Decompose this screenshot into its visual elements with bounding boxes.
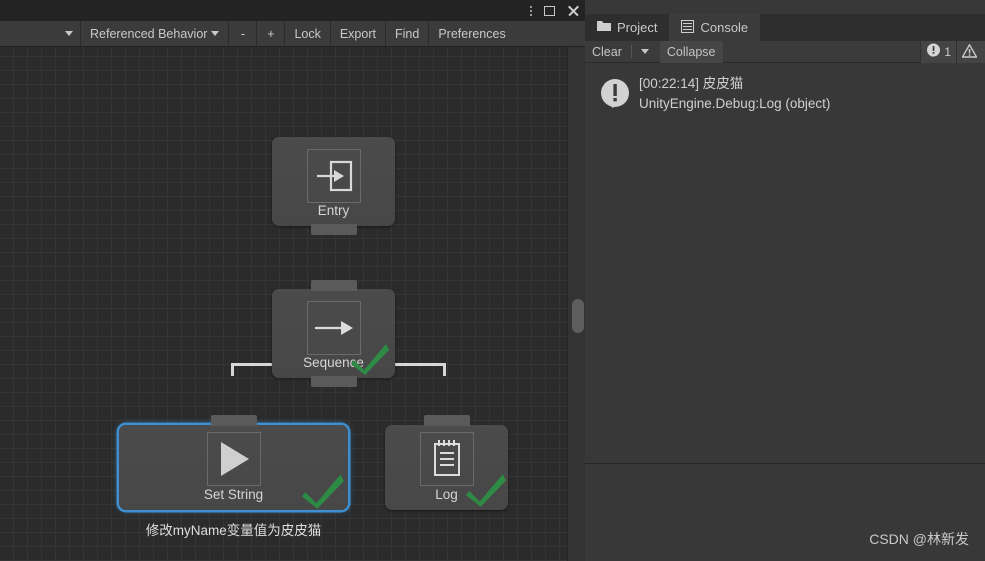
app-root: Referenced Behavior - + Lock Export Find… [0,0,985,561]
node-output-tab [310,376,357,387]
node-entry-label: Entry [317,203,350,218]
chevron-down-icon [65,31,73,36]
log-badge-icon [926,43,941,61]
warning-triangle-icon [961,42,978,61]
export-button[interactable]: Export [331,21,385,46]
tab-project[interactable]: Project [585,14,669,41]
node-set-string-check-icon [302,472,344,509]
behavior-dropdown[interactable] [0,21,80,46]
enter-arrow-icon [306,149,361,203]
node-entry[interactable]: Entry [272,137,395,235]
watermark-text: CSDN @林新发 [869,531,969,547]
node-log[interactable]: Log [385,415,508,510]
lock-button[interactable]: Lock [285,21,329,46]
node-log-check-icon [466,472,506,507]
graph-scroll-thumb[interactable] [572,299,584,333]
node-set-string-caption: 修改myName变量值为皮皮猫 [145,523,322,538]
tab-project-label: Project [617,20,658,35]
console-counters: 1 [920,41,985,63]
console-pane: Project Console Clear Collapse 1 [00:22:… [585,0,985,561]
tab-console-label: Console [700,20,749,35]
maximize-icon[interactable] [544,5,555,16]
warning-count-button[interactable] [956,41,985,63]
console-log-line-1: [00:22:14] 皮皮猫 [639,76,744,91]
zoom-in-button[interactable]: + [257,21,284,46]
connector-to-set-string [231,363,234,376]
node-input-tab [310,280,357,291]
play-triangle-icon [206,432,261,486]
node-sequence[interactable]: Sequence [272,280,395,387]
kebab-menu-icon[interactable] [530,5,532,16]
console-tabstrip: Project Console [585,14,985,41]
find-button[interactable]: Find [386,21,428,46]
folder-icon [597,20,611,35]
window-titlebar [0,0,585,21]
referenced-behaviors-label: Referenced Behavior [90,26,208,41]
window-controls [530,0,579,21]
behavior-designer-pane: Referenced Behavior - + Lock Export Find… [0,0,585,561]
referenced-behaviors-dropdown[interactable]: Referenced Behavior [81,21,228,46]
chevron-down-icon [640,49,649,54]
collapse-button[interactable]: Collapse [659,40,723,63]
chevron-down-icon [211,31,220,36]
clear-button[interactable]: Clear [585,41,629,63]
clear-dropdown-button[interactable] [634,41,656,63]
node-output-tab [310,224,357,235]
graph-vertical-scrollbar[interactable] [567,47,585,561]
node-input-tab [210,415,257,426]
console-message-list[interactable]: [00:22:14] 皮皮猫 UnityEngine.Debug:Log (ob… [585,63,985,462]
node-sequence-check-icon [351,342,391,376]
log-count-value: 1 [944,45,951,59]
preferences-button[interactable]: Preferences [429,21,514,46]
console-log-line-2: UnityEngine.Debug:Log (object) [639,96,831,112]
behavior-tree-canvas[interactable]: Entry Sequence Set String 修改myName变量值为皮皮… [0,47,585,561]
close-icon[interactable] [567,5,579,17]
log-badge-icon [599,78,633,117]
node-set-string[interactable]: Set String [119,415,348,510]
toolbar-divider [630,45,632,58]
graph-toolbar: Referenced Behavior - + Lock Export Find… [0,21,585,47]
console-icon [681,19,695,36]
connector-to-log [443,363,446,376]
console-log-entry[interactable]: [00:22:14] 皮皮猫 UnityEngine.Debug:Log (ob… [585,70,985,120]
tab-console[interactable]: Console [669,14,761,41]
log-count-button[interactable]: 1 [920,41,956,63]
zoom-out-button[interactable]: - [229,21,256,46]
node-input-tab [423,415,470,426]
